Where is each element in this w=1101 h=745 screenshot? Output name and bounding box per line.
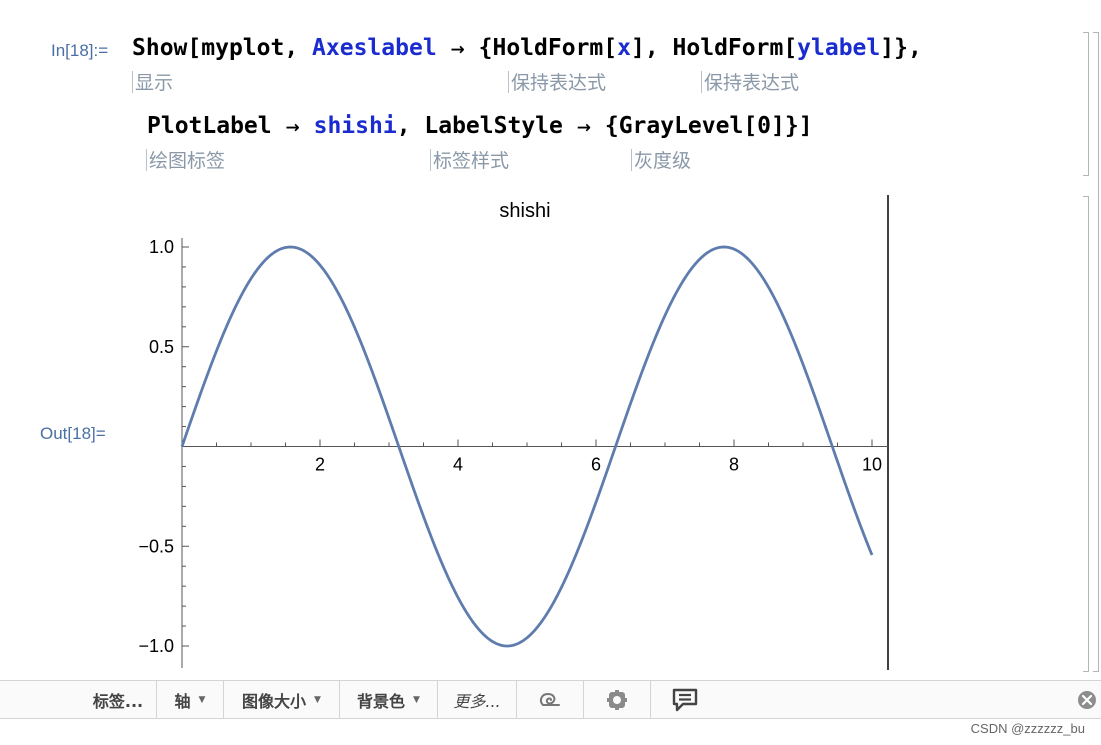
caret-down-icon: ▼ — [413, 694, 420, 705]
input-label: In[18]:= — [51, 41, 109, 60]
opt-plotlabel: PlotLabel — [147, 113, 272, 139]
caret-down-icon: ▼ — [314, 694, 321, 705]
x-tick-label: 8 — [729, 455, 739, 475]
hint-holdform-2: 保持表达式 — [701, 68, 799, 95]
watermark: CSDN @zzzzzz_bu — [970, 721, 1085, 736]
fn-show: Show — [132, 35, 188, 61]
arg-ylabel: ylabel — [797, 35, 881, 61]
fn-holdform-1: HoldForm — [492, 35, 604, 61]
arg-x: x — [617, 35, 631, 61]
gear-icon-button[interactable] — [584, 681, 651, 718]
y-tick-label: −0.5 — [138, 536, 174, 556]
hint-labelstyle: 标签样式 — [430, 146, 509, 173]
code-line-2[interactable]: PlotLabel → shishi, LabelStyle → {GrayLe… — [147, 113, 813, 139]
output-cell-bracket[interactable] — [1083, 196, 1089, 672]
close-circle-icon[interactable] — [1077, 690, 1097, 710]
opt-labelstyle: LabelStyle — [424, 113, 563, 139]
arg-myplot: myplot — [201, 35, 285, 61]
y-tick-label: 0.5 — [149, 337, 174, 357]
opt-axeslabel: Axeslabel — [312, 35, 437, 61]
caret-down-icon: ▼ — [198, 694, 206, 705]
more-button[interactable]: 更多... — [438, 681, 517, 718]
hint-plotlabel: 绘图标签 — [146, 146, 225, 173]
y-tick-label: −1.0 — [138, 636, 174, 656]
plot[interactable]: shishi 2 4 6 8 10 1.0 0.5 −0.5 −1.0 — [100, 190, 900, 670]
rule-arrow-2: → — [285, 118, 300, 138]
fn-graylevel: GrayLevel — [618, 113, 744, 139]
x-tick-label: 2 — [315, 455, 325, 475]
rule-arrow-3: → — [576, 118, 591, 138]
swirl-icon — [539, 692, 560, 706]
swirl-icon-button[interactable] — [517, 681, 584, 718]
group-cell-bracket[interactable] — [1093, 32, 1099, 672]
axes-menu[interactable]: 轴 ▼ — [157, 681, 224, 718]
gear-icon — [607, 689, 627, 710]
image-toolbar: 标签... 轴 ▼ 图像大小 ▼ 背景色 ▼ 更多... — [0, 680, 1101, 719]
x-tick-label: 6 — [591, 455, 601, 475]
background-color-menu[interactable]: 背景色 ▼ — [340, 681, 438, 718]
code-line-1[interactable]: Show[myplot, Axeslabel → {HoldForm[x], H… — [132, 35, 922, 61]
output-label: Out[18]= — [40, 424, 106, 443]
y-tick-label: 1.0 — [149, 237, 174, 257]
hint-graylevel: 灰度级 — [631, 146, 691, 173]
val-shishi: shishi — [313, 113, 397, 139]
fn-holdform-2: HoldForm — [672, 35, 784, 61]
comment-icon — [672, 688, 697, 711]
rule-arrow: → — [450, 40, 465, 60]
arg-zero: 0 — [757, 113, 772, 139]
labels-button[interactable]: 标签... — [80, 681, 157, 718]
image-size-menu[interactable]: 图像大小 ▼ — [224, 681, 340, 718]
plot-title: shishi — [499, 200, 550, 222]
input-cell-bracket[interactable] — [1083, 32, 1089, 176]
hint-holdform-1: 保持表达式 — [508, 68, 606, 95]
comment-icon-button[interactable] — [651, 681, 718, 718]
x-tick-label: 10 — [862, 455, 882, 475]
x-tick-label: 4 — [453, 455, 463, 475]
hint-show: 显示 — [132, 68, 173, 95]
